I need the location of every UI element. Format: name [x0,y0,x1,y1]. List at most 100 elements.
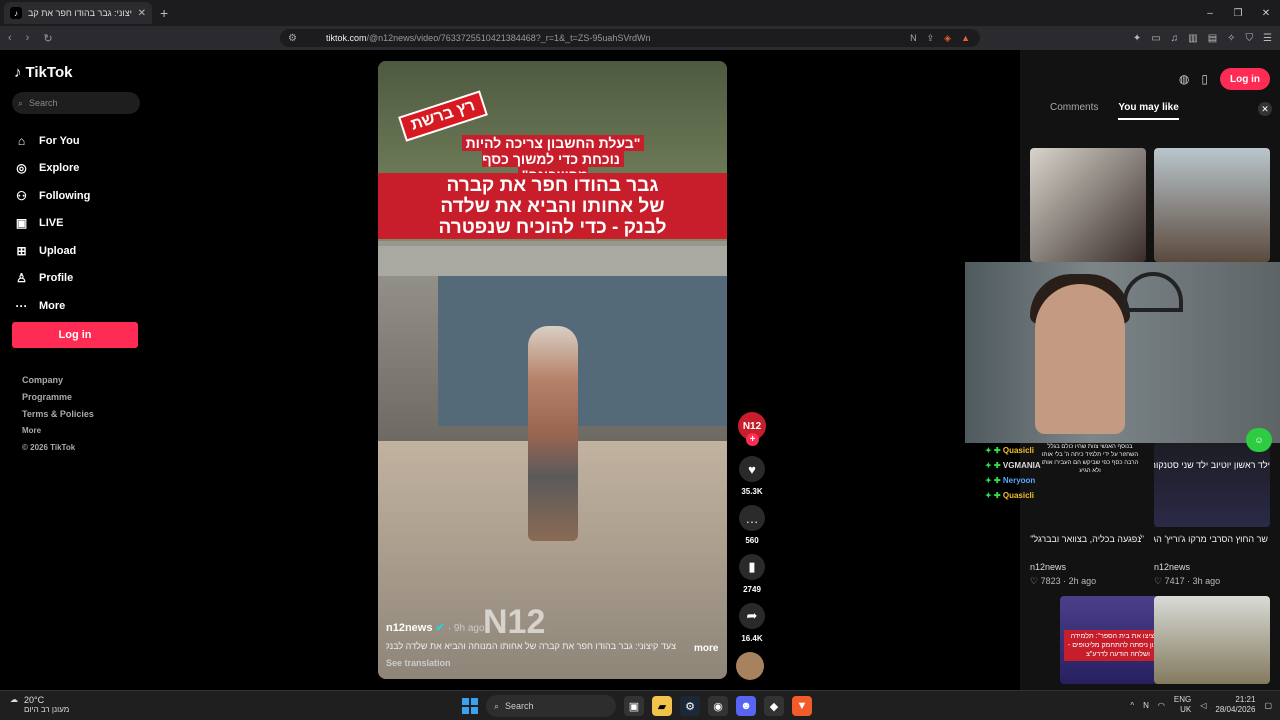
brave-shields-icon[interactable]: ◈ [944,33,951,44]
video-thumbnail-5[interactable] [1154,596,1270,684]
windows-start-icon[interactable] [462,698,478,714]
footer-more[interactable]: More [22,426,94,443]
app-icon[interactable]: ◆ [764,696,784,716]
steam-icon[interactable]: ⚙ [680,696,700,716]
heart-icon[interactable]: ♥ [739,456,765,482]
video-author[interactable]: n12news ✔ · 9h ago [386,621,485,634]
sidebar-item-explore[interactable]: ◎ Explore [14,155,90,183]
video-caption: צעד קיצוני: גבר בהודו חפר את קברה של אחו… [386,641,676,651]
window-controls: – ❐ ✕ [1196,0,1280,26]
get-app-icon[interactable]: ▯ [1201,72,1208,86]
discord-icon[interactable]: ☻ [736,696,756,716]
login-button[interactable]: Log in [12,322,138,348]
headline-line-3: לבנק - כדי להוכיח שנפטרה [438,217,667,238]
sidebar-item-live[interactable]: ▣ LIVE [14,210,90,238]
tab-comments[interactable]: Comments [1050,102,1098,120]
video-player[interactable]: רץ ברשת "בעלת החשבון צריכה להיות נוכחת כ… [378,61,727,679]
sidebar-item-more[interactable]: ··· More [14,292,90,320]
card-title-2[interactable]: שר החוץ הסרבי מרקו ג'וריץ' הגיע לביקור ב… [1154,533,1268,546]
brave-browser-icon[interactable]: ▼ [792,696,812,716]
video-thumbnail-4[interactable]: ילד ראשון יוטיוב ילד שני סטנקות [1154,442,1270,527]
like-action: ♥ 35.3K [736,456,768,496]
screenshot-icon[interactable]: ▭ [1151,33,1160,44]
leo-icon[interactable]: ✧ [1227,33,1235,44]
chat-line: ✦ ✚ Quasicli [985,443,1145,458]
sidebar-toggle-icon[interactable]: ▥ [1188,33,1197,44]
site-info-icon[interactable]: ⚙ [288,33,297,44]
tab-you-may-like[interactable]: You may like [1118,102,1179,120]
new-tab-button[interactable]: + [160,5,168,21]
share-arrow-icon[interactable]: ➦ [739,603,765,629]
sidebar-item-label: LIVE [39,217,64,230]
footer-link-company[interactable]: Company [22,375,94,392]
share-icon[interactable]: ⇪ [927,33,935,44]
close-tab-icon[interactable]: ✕ [138,8,146,19]
clock[interactable]: 21:21 28/04/2026 [1215,695,1255,715]
panel-login-button[interactable]: Log in [1220,68,1270,90]
task-view-icon[interactable]: ▣ [624,696,644,716]
weather-widget[interactable]: ☁ 20°C מעונן רב היום [10,695,69,714]
minimize-icon[interactable]: – [1196,8,1224,19]
translate-icon[interactable]: N [910,33,917,44]
close-window-icon[interactable]: ✕ [1252,8,1280,19]
creator-avatar[interactable]: N12 + [738,412,766,446]
url-host: tiktok.com [326,33,367,43]
sidebar-item-upload[interactable]: ⊞ Upload [14,237,90,265]
extensions-icon[interactable]: ✦ [1133,33,1141,44]
wifi-icon[interactable]: ◠ [1158,701,1165,710]
address-bar[interactable]: ⚙ tiktok.com /@n12news/video/76337255104… [280,29,980,47]
file-explorer-icon[interactable]: ▰ [652,696,672,716]
get-coins-icon[interactable]: ◍ [1179,72,1189,86]
weather-temp: 20°C [24,695,45,705]
footer-link-terms[interactable]: Terms & Policies [22,409,94,426]
reload-icon[interactable]: ↻ [43,32,52,45]
search-input[interactable]: ⌕ Search [12,92,140,114]
panel-close-icon[interactable]: ✕ [1258,102,1272,116]
like-count: 35.3K [741,487,763,496]
sidebar-item-following[interactable]: ⚇ Following [14,182,90,210]
tiktok-sidebar: ♪ TikTok ⌕ Search ⌂ For You ◎ Explore ⚇ Fol… [0,50,160,690]
card-author-2[interactable]: n12news [1154,562,1190,572]
heart-outline-icon: ♡ [1030,576,1039,586]
taskbar-search[interactable]: ⌕ Search [486,695,616,717]
streamer-face [1035,284,1125,434]
author-name[interactable]: n12news [386,622,432,634]
sidebar-item-for-you[interactable]: ⌂ For You [14,127,90,155]
footer-link-programme[interactable]: Programme [22,392,94,409]
upload-icon: ⊞ [16,243,27,258]
card-author-1[interactable]: n12news [1030,562,1066,572]
tray-chevron-icon[interactable]: ^ [1130,701,1134,710]
language-indicator[interactable]: ENG UK [1174,695,1191,715]
wallet-icon[interactable]: ▤ [1208,33,1217,44]
brave-rewards-icon[interactable]: ▲ [961,33,970,44]
webcam-overlay [965,262,1280,443]
browser-tab[interactable]: ♪ צעד קיצוני: גבר בהודו חפר את קב ✕ [4,2,152,24]
card-age-2: 3h ago [1192,576,1221,586]
sidebar-item-profile[interactable]: ♙ Profile [14,265,90,293]
see-translation-link[interactable]: See translation [386,658,451,668]
notifications-icon[interactable]: ▢ [1264,701,1272,710]
panel-tabs: Comments You may like [1050,102,1179,120]
media-icon[interactable]: ♫ [1171,33,1179,44]
vpn-icon[interactable]: ⛉ [1246,33,1254,44]
video-thumbnail-1[interactable] [1030,148,1146,262]
back-icon[interactable]: ‹ [8,32,12,45]
follow-plus-icon[interactable]: + [746,433,759,446]
maximize-icon[interactable]: ❐ [1224,8,1252,19]
tiktok-logo[interactable]: ♪ TikTok [14,64,72,81]
menu-icon[interactable]: ☰ [1263,33,1272,44]
sidebar-item-label: More [39,299,66,312]
bookmark-save-icon[interactable]: ▮ [739,554,765,580]
volume-icon[interactable]: ◁ [1200,701,1206,710]
comment-icon[interactable]: … [739,505,765,531]
caption-more-button[interactable]: more [694,643,718,654]
tray-app-icon[interactable]: N [1143,701,1149,710]
obs-icon[interactable]: ◉ [708,696,728,716]
windows-taskbar: ☁ 20°C מעונן רב היום ⌕ Search ▣ ▰ ⚙ ◉ ☻ … [0,690,1280,720]
card-menu-icon[interactable]: ⋮ [1136,533,1145,544]
music-disc[interactable] [736,652,764,680]
video-thumbnail-2[interactable] [1154,148,1270,262]
card-title-1[interactable]: "נפגעה בכליה, בצוואר ובברגל": תלמיד כיתה… [1030,533,1144,546]
forward-icon[interactable]: › [26,32,30,45]
comment-count: 560 [745,536,759,545]
